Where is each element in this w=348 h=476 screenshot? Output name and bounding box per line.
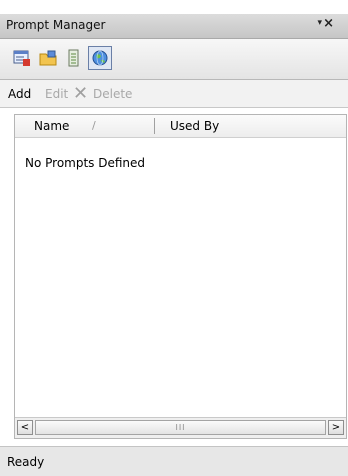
panel-title: Prompt Manager <box>6 18 106 32</box>
document-icon <box>68 49 79 67</box>
scroll-right-button[interactable]: > <box>328 420 344 435</box>
status-text: Ready <box>7 455 45 469</box>
delete-link[interactable]: Delete <box>93 87 132 101</box>
column-header-name[interactable]: Name <box>34 119 69 133</box>
folder-icon <box>39 50 57 66</box>
scroll-left-button[interactable]: < <box>17 420 33 435</box>
column-header-used-by[interactable]: Used By <box>170 119 219 133</box>
prompt-list-icon <box>13 50 30 66</box>
folder-button[interactable] <box>36 46 60 70</box>
pin-dropdown-icon[interactable]: ▾ <box>317 18 322 28</box>
status-bar: Ready <box>0 446 348 476</box>
empty-message: No Prompts Defined <box>25 156 146 170</box>
panel-titlebar: Prompt Manager ▾ × <box>0 14 348 39</box>
add-link[interactable]: Add <box>8 87 31 101</box>
document-button[interactable] <box>62 46 86 70</box>
column-divider[interactable] <box>154 118 155 134</box>
horizontal-scrollbar[interactable]: < III > <box>15 417 346 438</box>
toolbar <box>0 39 348 80</box>
globe-button[interactable] <box>88 46 112 70</box>
prompt-list-button[interactable] <box>10 46 34 70</box>
edit-link[interactable]: Edit <box>45 87 68 101</box>
action-bar: Add Edit ✕ Delete <box>0 80 348 108</box>
prompt-list: Name / Used By No Prompts Defined < III … <box>14 114 347 439</box>
delete-icon: ✕ <box>73 83 89 104</box>
list-header: Name / Used By <box>15 115 346 138</box>
scroll-thumb[interactable]: III <box>35 420 326 435</box>
sort-indicator: / <box>92 119 96 132</box>
close-icon[interactable]: × <box>323 16 334 31</box>
globe-icon <box>92 50 108 66</box>
